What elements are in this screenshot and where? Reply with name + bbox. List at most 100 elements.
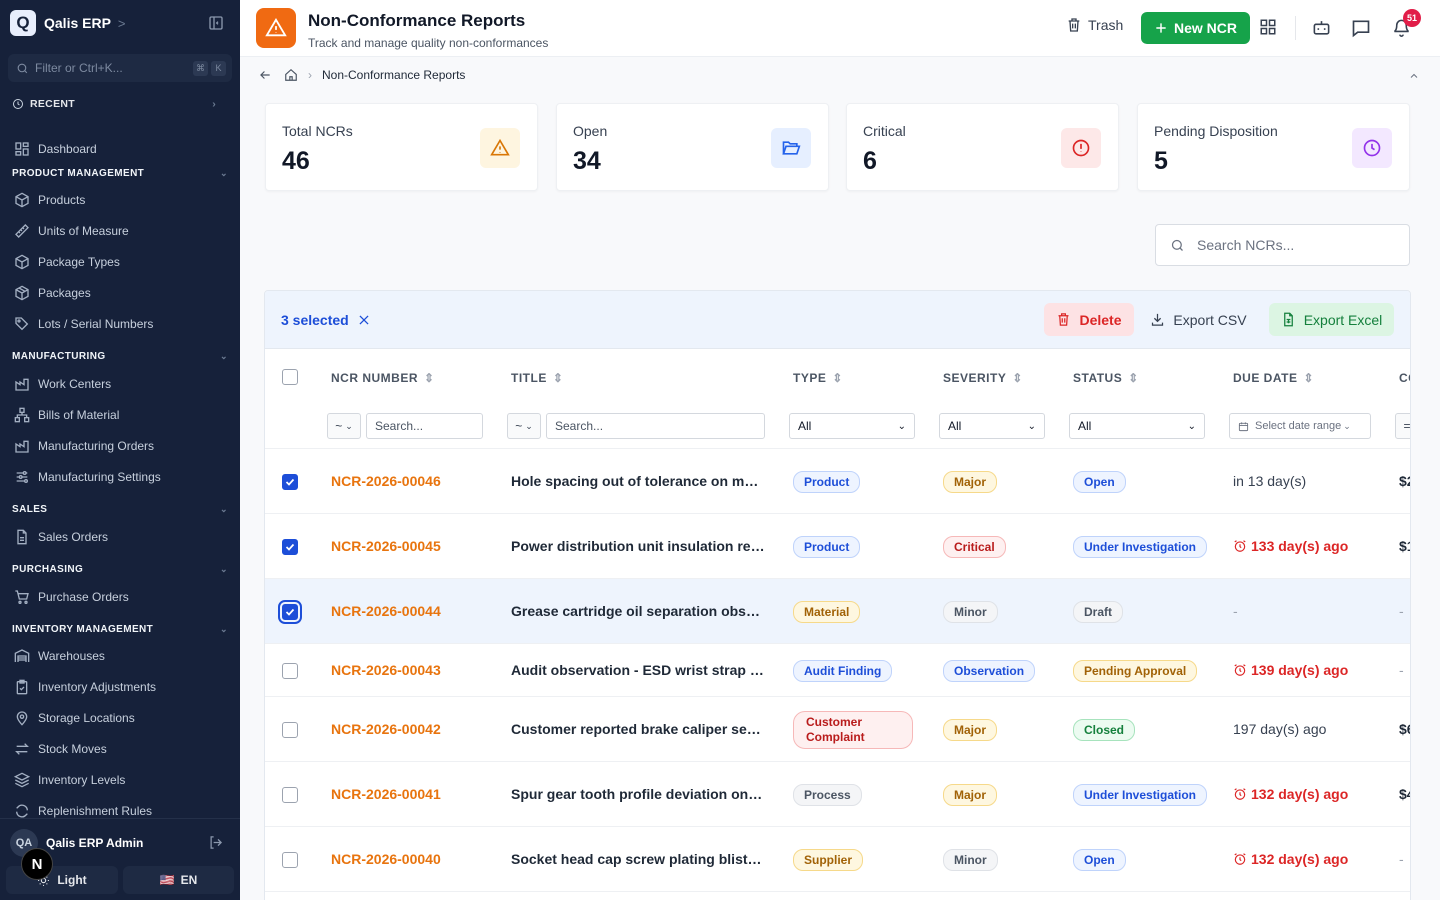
row-checkbox[interactable] (282, 852, 298, 868)
title-filter-input[interactable] (555, 419, 756, 433)
ncr-number-link[interactable]: NCR-2026-00040 (331, 851, 441, 867)
ncr-search-box[interactable] (1155, 224, 1410, 266)
chevron-down-icon: ⌄ (1027, 420, 1036, 432)
table-row[interactable]: NCR-2026-00046 Hole spacing out of toler… (265, 449, 1410, 514)
sidebar-item-inventory-adjustments[interactable]: Inventory Adjustments (14, 675, 230, 699)
sidebar-item-inventory-levels[interactable]: Inventory Levels (14, 768, 230, 792)
chevron-up-icon[interactable] (1408, 70, 1420, 82)
sidebar-item-units-of-measure[interactable]: Units of Measure (14, 219, 230, 243)
sidebar-item-lots-serial-numbers[interactable]: Lots / Serial Numbers (14, 312, 230, 336)
chat-icon[interactable] (1351, 18, 1371, 38)
sidebar-item-bills-of-material[interactable]: Bills of Material (14, 403, 230, 427)
ncr-number-filter-input[interactable] (375, 419, 474, 433)
section-inventory-management[interactable]: INVENTORY MANAGEMENT ⌄ (12, 624, 228, 635)
sidebar-filter-input[interactable]: Filter or Ctrl+K... ⌘ K (8, 54, 232, 82)
logout-icon[interactable] (208, 835, 223, 850)
status-badge: Draft (1073, 601, 1124, 623)
cost-filter-operator[interactable]: = (1395, 413, 1410, 439)
row-checkbox[interactable] (282, 787, 298, 803)
stat-card-open[interactable]: Open 34 (556, 103, 829, 191)
table-row[interactable]: NCR-2026-00042 Customer reported brake c… (265, 697, 1410, 762)
export-csv-button[interactable]: Export CSV (1145, 303, 1252, 336)
sidebar-item-packages[interactable]: Packages (14, 281, 230, 305)
operator-label: ~ (335, 419, 343, 433)
user-name: Qalis ERP Admin (46, 836, 144, 850)
status-filter-select[interactable]: All ⌄ (1069, 413, 1205, 439)
header-divider (1295, 16, 1296, 40)
language-button[interactable]: 🇺🇸 EN (123, 866, 234, 894)
severity-filter-select[interactable]: All ⌄ (939, 413, 1045, 439)
column-header-title[interactable]: TITLE ⇕ (511, 371, 563, 385)
column-header-ncr-number[interactable]: NCR NUMBER ⇕ (331, 371, 435, 385)
dev-indicator-badge[interactable]: N (21, 848, 53, 880)
stat-card-pending-disposition[interactable]: Pending Disposition 5 (1137, 103, 1410, 191)
sidebar-item-warehouses[interactable]: Warehouses (14, 644, 230, 668)
due-date-text: 132 day(s) ago (1251, 851, 1349, 867)
ncr-number-link[interactable]: NCR-2026-00046 (331, 473, 441, 489)
sidebar-item-work-centers[interactable]: Work Centers (14, 372, 230, 396)
column-header-type[interactable]: TYPE ⇕ (793, 371, 843, 385)
calendar-icon (1238, 421, 1249, 431)
ncr-number-link[interactable]: NCR-2026-00045 (331, 538, 441, 554)
sidebar-item-sales-orders[interactable]: Sales Orders (14, 525, 230, 549)
ncr-filter-operator[interactable]: ~ ⌄ (327, 413, 361, 439)
section-product-management[interactable]: PRODUCT MANAGEMENT ⌄ (12, 168, 228, 179)
ncr-search-input[interactable] (1197, 237, 1387, 253)
chevron-down-icon: ⌄ (525, 420, 533, 431)
sidebar-item-stock-moves[interactable]: Stock Moves (14, 737, 230, 761)
new-ncr-button[interactable]: New NCR (1141, 12, 1250, 44)
clear-selection-icon[interactable] (357, 313, 371, 327)
sidebar-item-storage-locations[interactable]: Storage Locations (14, 706, 230, 730)
title-filter-operator[interactable]: ~ ⌄ (507, 413, 541, 439)
table-row[interactable]: NCR-2026-00043 Audit observation - ESD w… (265, 644, 1410, 697)
table-row[interactable]: NCR-2026-00045 Power distribution unit i… (265, 514, 1410, 579)
ncr-number-link[interactable]: NCR-2026-00044 (331, 603, 441, 619)
chevron-down-icon: ⌄ (897, 420, 906, 432)
status-badge: Closed (1073, 719, 1136, 741)
trash-button[interactable]: Trash (1066, 17, 1123, 33)
export-excel-button[interactable]: Export Excel (1269, 303, 1394, 336)
sidebar-item-dashboard[interactable]: Dashboard (14, 137, 230, 161)
title-filter[interactable] (546, 413, 765, 439)
row-checkbox[interactable] (278, 600, 302, 624)
brand[interactable]: Q Qalis ERP > (10, 10, 126, 36)
grid-apps-icon[interactable] (1259, 18, 1277, 36)
home-icon[interactable] (284, 68, 298, 82)
ncr-number-link[interactable]: NCR-2026-00042 (331, 721, 441, 737)
column-header-cost[interactable]: CO (1399, 371, 1410, 385)
ncr-number-link[interactable]: NCR-2026-00041 (331, 786, 441, 802)
row-checkbox[interactable] (282, 722, 298, 738)
stat-card-total[interactable]: Total NCRs 46 (265, 103, 538, 191)
section-manufacturing[interactable]: MANUFACTURING ⌄ (12, 351, 228, 362)
section-purchasing[interactable]: PURCHASING ⌄ (12, 564, 228, 575)
row-checkbox[interactable] (282, 663, 298, 679)
sidebar-collapse-icon[interactable] (208, 15, 224, 31)
sidebar-item-manufacturing-orders[interactable]: Manufacturing Orders (14, 434, 230, 458)
date-range-placeholder: Select date range (1255, 420, 1342, 432)
ncr-number-filter[interactable] (366, 413, 483, 439)
back-arrow-icon[interactable] (258, 68, 272, 82)
bulk-delete-button[interactable]: Delete (1044, 303, 1134, 336)
stat-card-critical[interactable]: Critical 6 (846, 103, 1119, 191)
select-all-checkbox[interactable] (282, 369, 298, 385)
column-header-severity[interactable]: SEVERITY ⇕ (943, 371, 1023, 385)
row-checkbox[interactable] (282, 539, 298, 555)
table-row[interactable]: NCR-2026-00044 Grease cartridge oil sepa… (265, 579, 1410, 644)
sidebar-item-package-types[interactable]: Package Types (14, 250, 230, 274)
due-date-range-picker[interactable]: Select date range ⌄ (1229, 413, 1371, 439)
app-logo: Q (10, 10, 36, 36)
sidebar-item-purchase-orders[interactable]: Purchase Orders (14, 585, 230, 609)
recent-toggle[interactable]: RECENT › (12, 98, 216, 110)
column-header-status[interactable]: STATUS ⇕ (1073, 371, 1139, 385)
column-header-due-date[interactable]: DUE DATE ⇕ (1233, 371, 1314, 385)
sidebar-item-products[interactable]: Products (14, 188, 230, 212)
row-checkbox[interactable] (282, 474, 298, 490)
sidebar-item-manufacturing-settings[interactable]: Manufacturing Settings (14, 465, 230, 489)
ncr-number-link[interactable]: NCR-2026-00043 (331, 662, 441, 678)
table-row[interactable]: NCR-2026-00040 Socket head cap screw pla… (265, 827, 1410, 892)
type-filter-select[interactable]: All ⌄ (789, 413, 915, 439)
table-row[interactable]: NCR-2026-00041 Spur gear tooth profile d… (265, 762, 1410, 827)
section-sales[interactable]: SALES ⌄ (12, 504, 228, 515)
bot-icon[interactable] (1312, 18, 1331, 37)
column-label: STATUS (1073, 371, 1123, 385)
